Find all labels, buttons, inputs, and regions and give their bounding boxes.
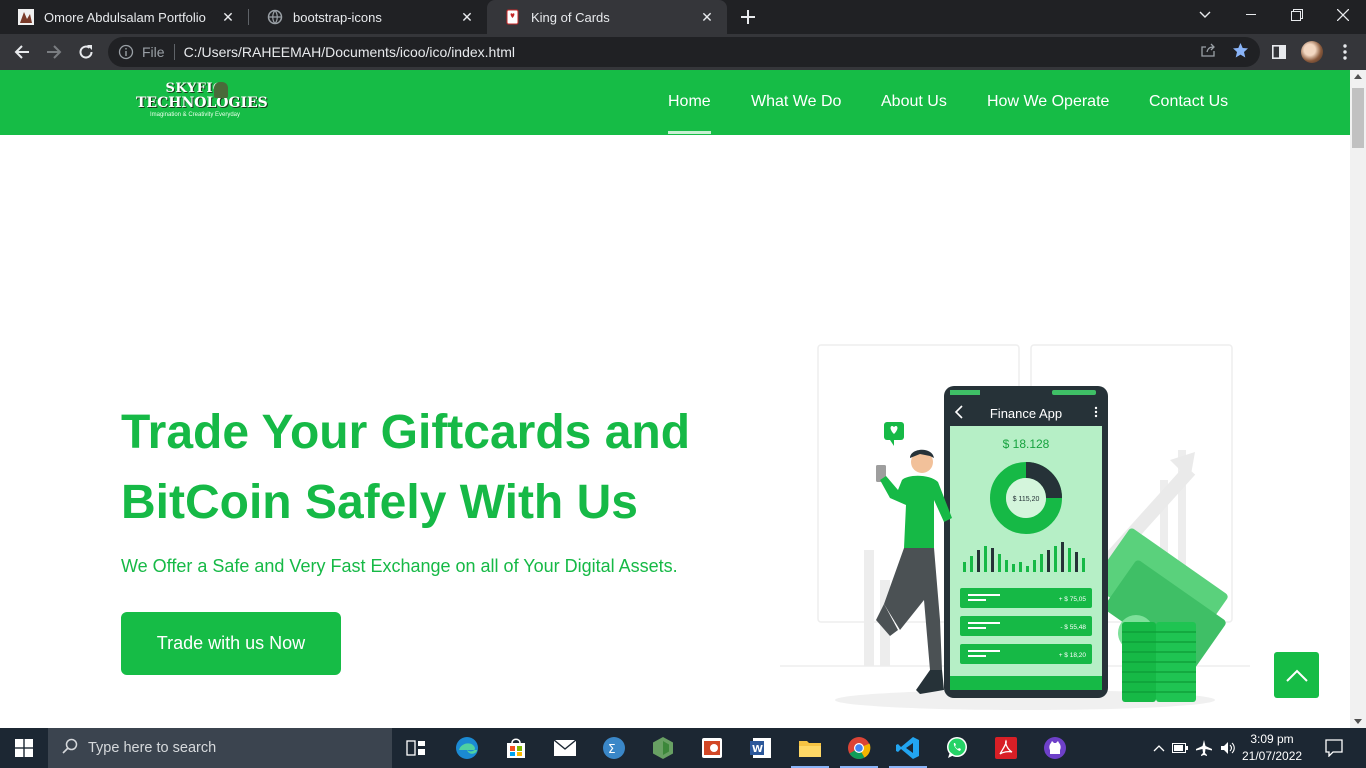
task-view-icon[interactable] xyxy=(402,734,430,762)
transaction-amount: + $ 18,20 xyxy=(1059,652,1087,659)
profile-avatar[interactable] xyxy=(1300,40,1324,64)
coin-stacks xyxy=(1122,622,1196,702)
windows-logo-icon xyxy=(15,739,33,757)
balance-text: $ 18.128 xyxy=(1003,437,1050,451)
notifications-icon[interactable] xyxy=(1320,734,1348,762)
system-tray xyxy=(1150,728,1240,768)
app-title: Finance App xyxy=(990,406,1062,421)
forward-button[interactable] xyxy=(40,38,68,66)
restore-button[interactable] xyxy=(1274,0,1320,30)
browser-toolbar: File C:/Users/RAHEEMAH/Documents/icoo/ic… xyxy=(0,34,1366,70)
search-placeholder: Type here to search xyxy=(88,740,217,756)
finance-app-illustration: $ Finance App $ 18.128 $ 11 xyxy=(780,344,1250,710)
file-explorer-icon[interactable] xyxy=(791,734,829,768)
vscode-icon[interactable] xyxy=(889,734,927,768)
close-tab-icon[interactable]: ✕ xyxy=(699,9,715,25)
svg-text:W: W xyxy=(752,744,763,755)
word-icon[interactable]: W xyxy=(747,734,775,762)
tab-search-chevron-down-icon[interactable] xyxy=(1182,0,1228,30)
tab-portfolio[interactable]: Omore Abdulsalam Portfolio ✕ xyxy=(0,0,248,34)
search-icon xyxy=(62,738,78,758)
portfolio-favicon-icon xyxy=(18,9,34,25)
windows-taskbar: Type here to search Σ W 3:09 pm 21/07/20… xyxy=(0,728,1366,768)
show-hidden-icons-chevron-up-icon[interactable] xyxy=(1150,744,1168,752)
nav-home[interactable]: Home xyxy=(668,93,711,111)
avatar xyxy=(1301,41,1323,63)
page-scrollbar[interactable] xyxy=(1350,70,1366,728)
powerpoint-icon[interactable] xyxy=(698,734,726,762)
new-tab-button[interactable] xyxy=(736,5,760,29)
kebab-menu-icon[interactable] xyxy=(1333,40,1357,64)
airplane-mode-icon[interactable] xyxy=(1192,740,1216,756)
donut-value: $ 115,20 xyxy=(1013,496,1040,503)
logo-tagline: Imagination & Creativity Everyday xyxy=(149,112,241,118)
tab-title: bootstrap-icons xyxy=(293,9,382,25)
tab-title: King of Cards xyxy=(531,9,610,25)
share-icon[interactable] xyxy=(1199,41,1217,59)
scroll-down-arrow-icon[interactable] xyxy=(1354,719,1362,724)
address-divider xyxy=(173,44,175,60)
trade-now-button[interactable]: Trade with us Now xyxy=(121,612,341,675)
acrobat-icon[interactable] xyxy=(992,734,1020,762)
taskbar-search-box[interactable]: Type here to search xyxy=(48,728,392,768)
scroll-up-arrow-icon[interactable] xyxy=(1354,74,1362,79)
phone: Finance App $ 18.128 $ 115,20 + $ 75,05 … xyxy=(944,386,1108,698)
logo-mascot-icon xyxy=(214,82,228,98)
tab-bootstrap-icons[interactable]: bootstrap-icons ✕ xyxy=(249,0,487,34)
logo-line1: SKYFIG xyxy=(165,81,225,96)
close-tab-icon[interactable]: ✕ xyxy=(459,9,475,25)
scrollbar-thumb[interactable] xyxy=(1352,88,1364,148)
hero-title: Trade Your Giftcards and BitCoin Safely … xyxy=(121,406,691,529)
battery-icon[interactable] xyxy=(1168,743,1192,753)
github-icon[interactable] xyxy=(1041,734,1069,762)
store-icon[interactable] xyxy=(502,734,530,762)
bookmark-star-icon[interactable] xyxy=(1231,41,1249,59)
minimize-button[interactable] xyxy=(1228,0,1274,30)
nav-contact-us[interactable]: Contact Us xyxy=(1149,93,1228,111)
scheme-label: File xyxy=(142,44,165,60)
whatsapp-icon[interactable] xyxy=(943,734,971,762)
close-tab-icon[interactable]: ✕ xyxy=(220,9,236,25)
site-header: SKYFIG TECHNOLOGIES Imagination & Creati… xyxy=(0,70,1350,135)
svg-text:Σ: Σ xyxy=(608,742,616,756)
transaction-amount: + $ 75,05 xyxy=(1059,596,1087,603)
taskbar-clock[interactable]: 3:09 pm 21/07/2022 xyxy=(1242,731,1302,765)
tab-title: Omore Abdulsalam Portfolio xyxy=(44,9,206,25)
close-window-button[interactable] xyxy=(1320,0,1366,30)
transaction-amount: - $ 55,48 xyxy=(1060,624,1086,631)
back-button[interactable] xyxy=(8,38,36,66)
logo-line2: TECHNOLOGIES xyxy=(136,95,268,111)
tab-king-of-cards[interactable]: King of Cards ✕ xyxy=(487,0,727,34)
cards-favicon-icon xyxy=(505,9,521,25)
volume-icon[interactable] xyxy=(1216,741,1240,755)
nodejs-icon[interactable] xyxy=(649,734,677,762)
url-text[interactable]: C:/Users/RAHEEMAH/Documents/icoo/ico/ind… xyxy=(184,44,515,60)
site-logo[interactable]: SKYFIG TECHNOLOGIES Imagination & Creati… xyxy=(136,81,268,126)
hero-subtitle: We Offer a Safe and Very Fast Exchange o… xyxy=(121,556,678,576)
transaction-list: + $ 75,05 - $ 55,48 + $ 18,20 xyxy=(960,588,1092,664)
scroll-to-top-button[interactable] xyxy=(1274,652,1319,698)
edge-icon[interactable] xyxy=(453,734,481,762)
browser-tab-strip: Omore Abdulsalam Portfolio ✕ bootstrap-i… xyxy=(0,0,1366,34)
reload-button[interactable] xyxy=(72,38,100,66)
chevron-up-icon xyxy=(1285,669,1308,682)
site-info-icon[interactable] xyxy=(118,44,134,60)
calculator-icon[interactable]: Σ xyxy=(600,734,628,762)
mail-icon[interactable] xyxy=(551,734,579,762)
globe-icon xyxy=(267,9,283,25)
chrome-icon[interactable] xyxy=(840,734,878,768)
nav-about-us[interactable]: About Us xyxy=(881,93,947,111)
nav-what-we-do[interactable]: What We Do xyxy=(751,93,841,111)
side-panel-icon[interactable] xyxy=(1267,40,1291,64)
start-button[interactable] xyxy=(0,728,48,768)
web-page: SKYFIG TECHNOLOGIES Imagination & Creati… xyxy=(0,70,1350,728)
clock-time: 3:09 pm xyxy=(1250,732,1294,746)
nav-active-indicator xyxy=(668,131,711,134)
nav-how-we-operate[interactable]: How We Operate xyxy=(987,93,1109,111)
clock-date: 21/07/2022 xyxy=(1242,749,1303,763)
address-bar[interactable]: File C:/Users/RAHEEMAH/Documents/icoo/ic… xyxy=(108,37,1260,67)
